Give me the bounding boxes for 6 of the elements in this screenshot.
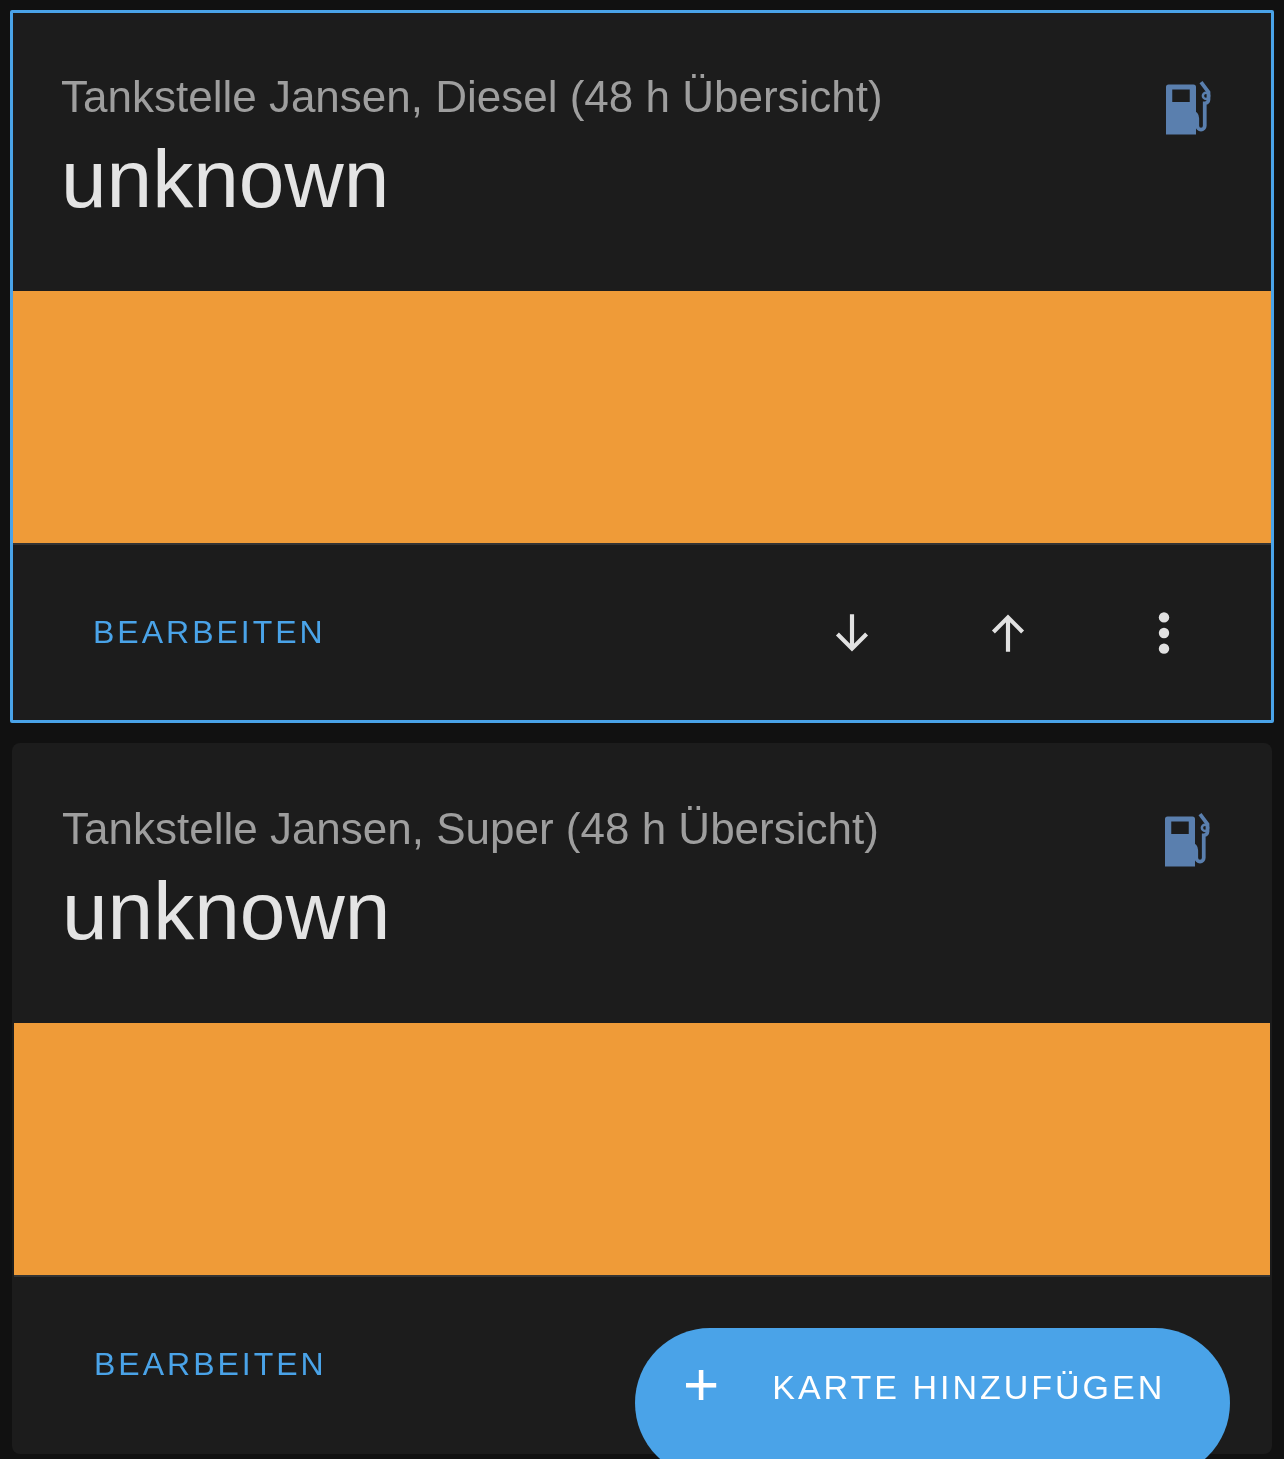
- edit-button[interactable]: BEARBEITEN: [78, 1336, 343, 1393]
- edit-button[interactable]: BEARBEITEN: [77, 604, 342, 661]
- card-title: Tankstelle Jansen, Super (48 h Übersicht): [62, 803, 879, 855]
- state-value: unknown: [61, 132, 391, 226]
- state-value: unknown: [62, 864, 392, 958]
- card-title: Tankstelle Jansen, Diesel (48 h Übersicht): [61, 71, 883, 123]
